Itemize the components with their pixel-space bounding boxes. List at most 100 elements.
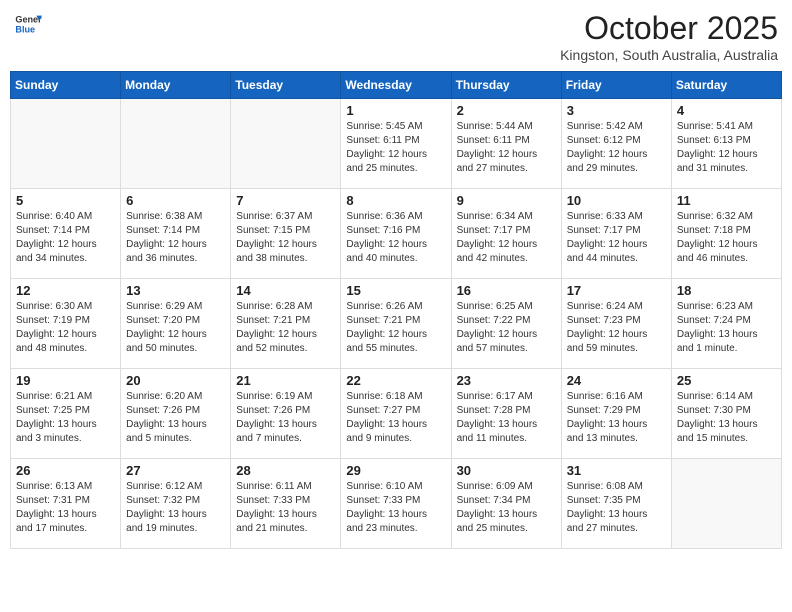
calendar-cell: 14Sunrise: 6:28 AMSunset: 7:21 PMDayligh… bbox=[231, 279, 341, 369]
week-row: 12 Sunrise: 6:30 AMSunset: 7:19 PMDayligh… bbox=[11, 279, 782, 369]
location-title: Kingston, South Australia, Australia bbox=[560, 47, 778, 63]
day-number: 21 bbox=[236, 373, 335, 388]
calendar-cell: 23 Sunrise: 6:17 AMSunset: 7:28 PMDayligh… bbox=[451, 369, 561, 459]
day-info: Sunrise: 5:41 AMSunset: 6:13 PMDaylight:… bbox=[677, 120, 776, 176]
day-info: Sunrise: 6:13 AMSunset: 7:31 PMDaylight:… bbox=[16, 480, 115, 536]
calendar-cell: 25 Sunrise: 6:14 AMSunset: 7:30 PMDayligh… bbox=[671, 369, 781, 459]
day-number: 12 bbox=[16, 283, 115, 298]
day-number: 29 bbox=[346, 463, 445, 478]
day-number: 30 bbox=[457, 463, 556, 478]
day-info: Sunrise: 6:18 AMSunset: 7:27 PMDaylight:… bbox=[346, 390, 445, 446]
calendar-cell: 26 Sunrise: 6:13 AMSunset: 7:31 PMDayligh… bbox=[11, 459, 121, 549]
calendar-cell: 13 Sunrise: 6:29 AMSunset: 7:20 PMDayligh… bbox=[121, 279, 231, 369]
calendar-cell: 7 Sunrise: 6:37 AMSunset: 7:15 PMDaylight… bbox=[231, 189, 341, 279]
day-number: 20 bbox=[126, 373, 225, 388]
day-info: Sunrise: 6:32 AMSunset: 7:18 PMDaylight:… bbox=[677, 210, 776, 266]
day-info: Sunrise: 6:23 AMSunset: 7:24 PMDaylight:… bbox=[677, 300, 776, 356]
logo-icon: General Blue bbox=[14, 10, 42, 38]
day-info: Sunrise: 6:36 AMSunset: 7:16 PMDaylight:… bbox=[346, 210, 445, 266]
day-info: Sunrise: 6:12 AMSunset: 7:32 PMDaylight:… bbox=[126, 480, 225, 536]
calendar-cell: 3Sunrise: 5:42 AMSunset: 6:12 PMDaylight… bbox=[561, 99, 671, 189]
weekday-header-row: SundayMondayTuesdayWednesdayThursdayFrid… bbox=[11, 72, 782, 99]
day-number: 27 bbox=[126, 463, 225, 478]
day-number: 7 bbox=[236, 193, 335, 208]
day-number: 10 bbox=[567, 193, 666, 208]
calendar-cell bbox=[231, 99, 341, 189]
day-info: Sunrise: 6:20 AMSunset: 7:26 PMDaylight:… bbox=[126, 390, 225, 446]
calendar-cell bbox=[121, 99, 231, 189]
day-info: Sunrise: 6:09 AMSunset: 7:34 PMDaylight:… bbox=[457, 480, 556, 536]
calendar-cell: 5 Sunrise: 6:40 AMSunset: 7:14 PMDaylight… bbox=[11, 189, 121, 279]
calendar-table: SundayMondayTuesdayWednesdayThursdayFrid… bbox=[10, 71, 782, 549]
calendar-cell: 19 Sunrise: 6:21 AMSunset: 7:25 PMDayligh… bbox=[11, 369, 121, 459]
day-number: 16 bbox=[457, 283, 556, 298]
calendar-cell: 20 Sunrise: 6:20 AMSunset: 7:26 PMDayligh… bbox=[121, 369, 231, 459]
day-number: 2 bbox=[457, 103, 556, 118]
day-number: 26 bbox=[16, 463, 115, 478]
day-info: Sunrise: 6:26 AMSunset: 7:21 PMDaylight:… bbox=[346, 300, 445, 356]
day-number: 13 bbox=[126, 283, 225, 298]
day-info: Sunrise: 6:29 AMSunset: 7:20 PMDaylight:… bbox=[126, 300, 225, 356]
day-number: 5 bbox=[16, 193, 115, 208]
day-info: Sunrise: 6:37 AMSunset: 7:15 PMDaylight:… bbox=[236, 210, 335, 266]
calendar-cell bbox=[11, 99, 121, 189]
day-info: Sunrise: 6:25 AMSunset: 7:22 PMDaylight:… bbox=[457, 300, 556, 356]
calendar-cell: 31 Sunrise: 6:08 AMSunset: 7:35 PMDayligh… bbox=[561, 459, 671, 549]
day-number: 4 bbox=[677, 103, 776, 118]
day-info: Sunrise: 5:45 AMSunset: 6:11 PMDaylight:… bbox=[346, 120, 445, 176]
day-number: 11 bbox=[677, 193, 776, 208]
day-info: Sunrise: 6:21 AMSunset: 7:25 PMDaylight:… bbox=[16, 390, 115, 446]
day-info: Sunrise: 5:44 AMSunset: 6:11 PMDaylight:… bbox=[457, 120, 556, 176]
calendar-cell: 22 Sunrise: 6:18 AMSunset: 7:27 PMDayligh… bbox=[341, 369, 451, 459]
day-number: 31 bbox=[567, 463, 666, 478]
week-row: 5 Sunrise: 6:40 AMSunset: 7:14 PMDaylight… bbox=[11, 189, 782, 279]
calendar-cell: 6 Sunrise: 6:38 AMSunset: 7:14 PMDaylight… bbox=[121, 189, 231, 279]
weekday-header: Tuesday bbox=[231, 72, 341, 99]
calendar-cell: 17 Sunrise: 6:24 AMSunset: 7:23 PMDayligh… bbox=[561, 279, 671, 369]
weekday-header: Wednesday bbox=[341, 72, 451, 99]
day-info: Sunrise: 6:08 AMSunset: 7:35 PMDaylight:… bbox=[567, 480, 666, 536]
weekday-header: Monday bbox=[121, 72, 231, 99]
calendar-cell: 15 Sunrise: 6:26 AMSunset: 7:21 PMDayligh… bbox=[341, 279, 451, 369]
calendar-cell: 29 Sunrise: 6:10 AMSunset: 7:33 PMDayligh… bbox=[341, 459, 451, 549]
weekday-header: Friday bbox=[561, 72, 671, 99]
day-number: 14 bbox=[236, 283, 335, 298]
day-info: Sunrise: 6:40 AMSunset: 7:14 PMDaylight:… bbox=[16, 210, 115, 266]
day-number: 22 bbox=[346, 373, 445, 388]
calendar-cell: 28 Sunrise: 6:11 AMSunset: 7:33 PMDayligh… bbox=[231, 459, 341, 549]
calendar-cell: 1 Sunrise: 5:45 AMSunset: 6:11 PMDaylight… bbox=[341, 99, 451, 189]
month-title: October 2025 bbox=[560, 10, 778, 47]
day-number: 15 bbox=[346, 283, 445, 298]
day-number: 19 bbox=[16, 373, 115, 388]
day-info: Sunrise: 6:14 AMSunset: 7:30 PMDaylight:… bbox=[677, 390, 776, 446]
day-info: Sunrise: 5:42 AMSunset: 6:12 PMDaylight:… bbox=[567, 120, 666, 176]
day-number: 1 bbox=[346, 103, 445, 118]
day-info: Sunrise: 6:30 AMSunset: 7:19 PMDaylight:… bbox=[16, 300, 115, 356]
calendar-cell: 12 Sunrise: 6:30 AMSunset: 7:19 PMDayligh… bbox=[11, 279, 121, 369]
calendar-cell: 16 Sunrise: 6:25 AMSunset: 7:22 PMDayligh… bbox=[451, 279, 561, 369]
calendar-cell bbox=[671, 459, 781, 549]
logo: General Blue bbox=[14, 10, 42, 38]
day-number: 6 bbox=[126, 193, 225, 208]
title-block: October 2025 Kingston, South Australia, … bbox=[560, 10, 778, 63]
day-info: Sunrise: 6:10 AMSunset: 7:33 PMDaylight:… bbox=[346, 480, 445, 536]
day-number: 28 bbox=[236, 463, 335, 478]
day-info: Sunrise: 6:24 AMSunset: 7:23 PMDaylight:… bbox=[567, 300, 666, 356]
calendar-cell: 10Sunrise: 6:33 AMSunset: 7:17 PMDayligh… bbox=[561, 189, 671, 279]
calendar-cell: 27 Sunrise: 6:12 AMSunset: 7:32 PMDayligh… bbox=[121, 459, 231, 549]
calendar-cell: 24Sunrise: 6:16 AMSunset: 7:29 PMDayligh… bbox=[561, 369, 671, 459]
day-info: Sunrise: 6:38 AMSunset: 7:14 PMDaylight:… bbox=[126, 210, 225, 266]
day-number: 23 bbox=[457, 373, 556, 388]
day-number: 9 bbox=[457, 193, 556, 208]
day-number: 18 bbox=[677, 283, 776, 298]
day-info: Sunrise: 6:17 AMSunset: 7:28 PMDaylight:… bbox=[457, 390, 556, 446]
day-number: 17 bbox=[567, 283, 666, 298]
weekday-header: Sunday bbox=[11, 72, 121, 99]
week-row: 19 Sunrise: 6:21 AMSunset: 7:25 PMDayligh… bbox=[11, 369, 782, 459]
calendar-cell: 18 Sunrise: 6:23 AMSunset: 7:24 PMDayligh… bbox=[671, 279, 781, 369]
day-info: Sunrise: 6:19 AMSunset: 7:26 PMDaylight:… bbox=[236, 390, 335, 446]
day-number: 25 bbox=[677, 373, 776, 388]
day-info: Sunrise: 6:11 AMSunset: 7:33 PMDaylight:… bbox=[236, 480, 335, 536]
weekday-header: Thursday bbox=[451, 72, 561, 99]
calendar-cell: 21 Sunrise: 6:19 AMSunset: 7:26 PMDayligh… bbox=[231, 369, 341, 459]
